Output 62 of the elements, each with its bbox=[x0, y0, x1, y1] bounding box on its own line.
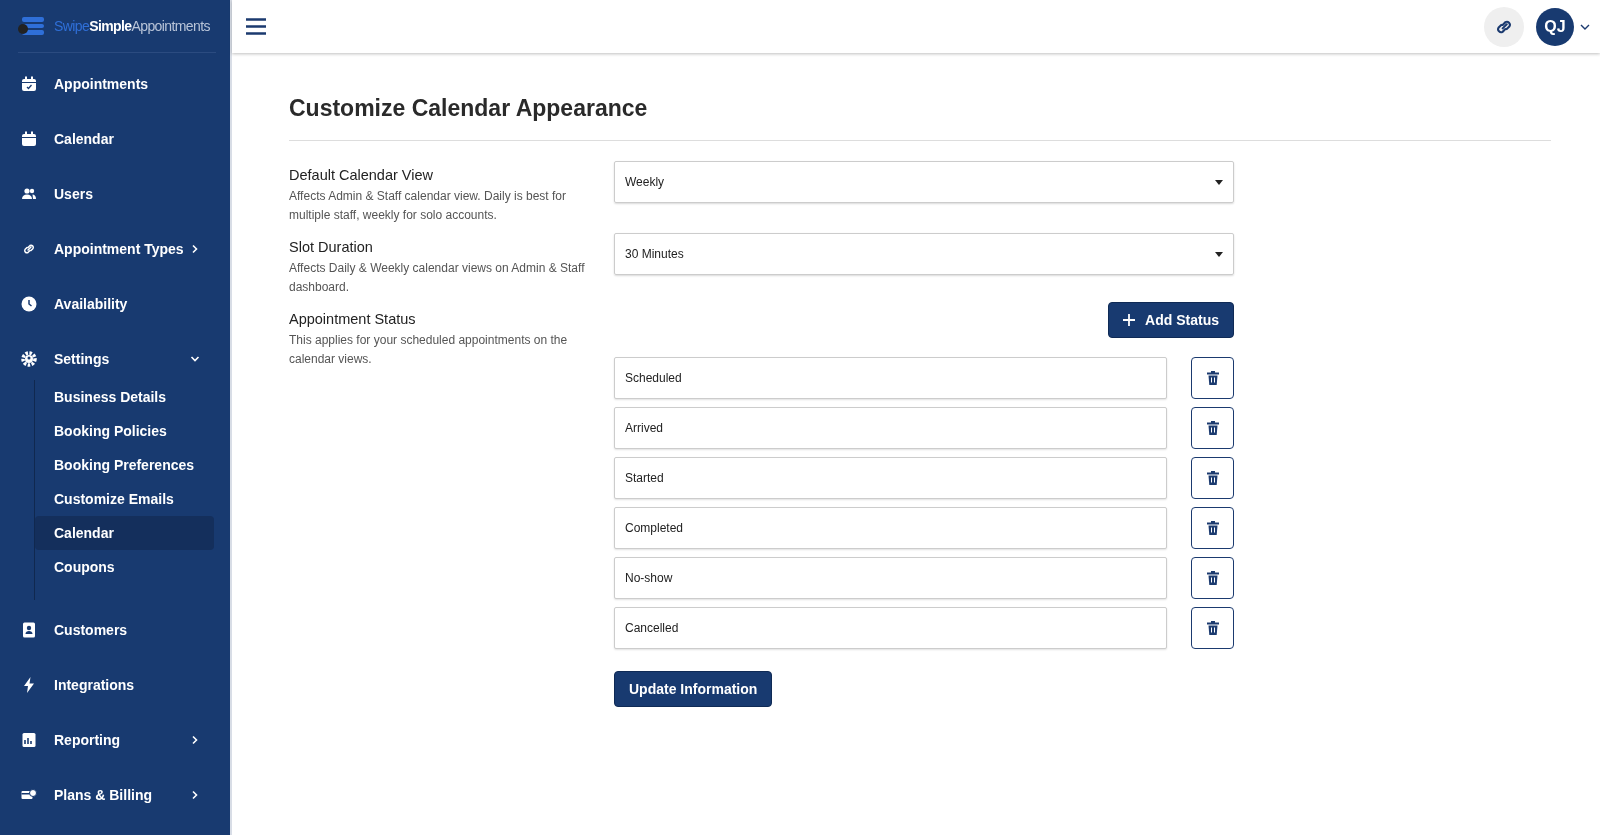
status-input[interactable]: Scheduled bbox=[614, 357, 1167, 399]
select-field[interactable]: Weekly bbox=[614, 161, 1234, 203]
delete-button[interactable] bbox=[1191, 557, 1234, 599]
sidebar-subitem[interactable]: Booking Preferences bbox=[35, 448, 214, 482]
chart-icon bbox=[21, 731, 37, 748]
trash-icon bbox=[1206, 571, 1219, 585]
status-input[interactable]: Arrived bbox=[614, 407, 1167, 449]
calendar-check-icon bbox=[21, 75, 37, 92]
chevron-right-icon bbox=[190, 243, 200, 254]
setting-label: Default Calendar View bbox=[289, 167, 434, 183]
delete-button[interactable] bbox=[1191, 357, 1234, 399]
status-input[interactable]: Completed bbox=[614, 507, 1167, 549]
sidebar-item[interactable]: Calendar bbox=[0, 111, 230, 166]
sidebar-subitem[interactable]: Customize Emails bbox=[35, 482, 214, 516]
logo-icon bbox=[18, 17, 46, 35]
update-information-button[interactable]: Update Information bbox=[614, 671, 773, 707]
add-status-button[interactable]: Add Status bbox=[1108, 302, 1234, 338]
sidebar-item[interactable]: Plans & Billing bbox=[0, 767, 230, 822]
caret-icon bbox=[1215, 251, 1223, 257]
trash-icon bbox=[1206, 521, 1219, 535]
sidebar-item[interactable]: Users bbox=[0, 166, 230, 221]
trash-icon bbox=[1206, 471, 1219, 485]
page-title: Customize Calendar Appearance bbox=[289, 95, 649, 122]
setting-label: Slot Duration bbox=[289, 239, 374, 255]
status-input[interactable]: Cancelled bbox=[614, 607, 1167, 649]
logo-text: SwipeSimpleAppointments bbox=[54, 18, 210, 34]
clock-icon bbox=[21, 295, 37, 312]
delete-button[interactable] bbox=[1191, 507, 1234, 549]
chevron-down-icon[interactable] bbox=[1580, 22, 1590, 31]
calendar-icon bbox=[21, 130, 37, 147]
setting-label: Appointment Status bbox=[289, 311, 417, 327]
status-input[interactable]: No-show bbox=[614, 557, 1167, 599]
setting-description: Affects Daily & Weekly calendar views on Admin & Staff dashboard. bbox=[289, 260, 586, 296]
trash-icon bbox=[1206, 421, 1219, 435]
chevron-right-icon bbox=[190, 789, 200, 800]
chevron-right-icon bbox=[190, 734, 200, 745]
sidebar-item[interactable]: Customers bbox=[0, 602, 230, 657]
sidebar-item[interactable]: Availability bbox=[0, 276, 230, 331]
sidebar-item[interactable]: Appointments bbox=[0, 56, 230, 111]
users-icon bbox=[21, 185, 37, 202]
sidebar-item[interactable]: Integrations bbox=[0, 657, 230, 712]
select-field[interactable]: 30 Minutes bbox=[614, 233, 1234, 275]
menu-icon[interactable] bbox=[246, 18, 266, 35]
setting-description: Affects Admin & Staff calendar view. Daily is best for multiple staff, weekly for solo accounts. bbox=[289, 188, 568, 224]
sidebar-item[interactable]: Appointment Types bbox=[0, 221, 230, 276]
delete-button[interactable] bbox=[1191, 457, 1234, 499]
contact-book-icon bbox=[21, 621, 37, 638]
sidebar-subitem[interactable]: Booking Policies bbox=[35, 414, 214, 448]
plus-icon bbox=[1123, 314, 1136, 326]
delete-button[interactable] bbox=[1191, 607, 1234, 649]
sidebar-subitem[interactable]: Calendar bbox=[35, 516, 214, 550]
user-avatar[interactable]: QJ bbox=[1536, 7, 1574, 46]
sidebar-subitem[interactable]: Coupons bbox=[35, 550, 214, 584]
link-button[interactable] bbox=[1484, 6, 1524, 47]
sidebar-item[interactable]: Reporting bbox=[0, 712, 230, 767]
caret-icon bbox=[1215, 179, 1223, 185]
status-input[interactable]: Started bbox=[614, 457, 1167, 499]
delete-button[interactable] bbox=[1191, 407, 1234, 449]
setting-description: This applies for your scheduled appointments on the calendar views. bbox=[289, 332, 569, 368]
trash-icon bbox=[1206, 371, 1219, 385]
gear-icon bbox=[21, 350, 37, 367]
trash-icon bbox=[1206, 621, 1219, 635]
